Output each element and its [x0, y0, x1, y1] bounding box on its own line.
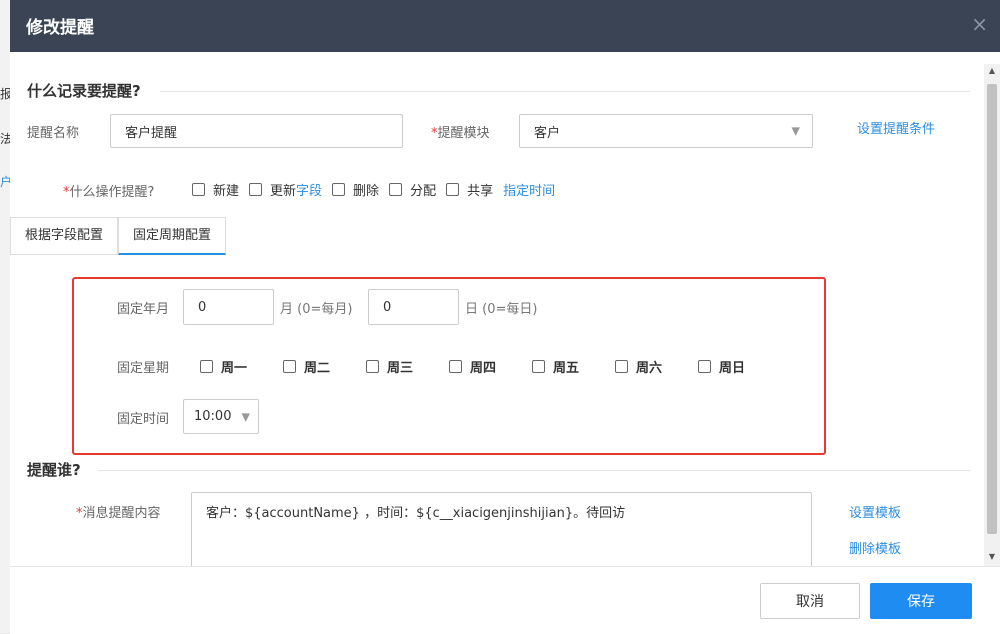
weekday-thursday-checkbox[interactable]: 周四	[449, 357, 532, 376]
reminder-name-label: 提醒名称	[27, 126, 80, 141]
dialog-footer: 取消 保存	[10, 566, 1000, 634]
cancel-button[interactable]: 取消	[760, 583, 860, 619]
day-input[interactable]: 0	[368, 289, 459, 325]
operation-create-checkbox[interactable]: 新建	[192, 180, 239, 199]
chevron-down-icon: ▼	[241, 410, 250, 423]
section-title-who-to-remind: 提醒谁?	[27, 461, 81, 479]
fixed-time-label: 固定时间	[117, 412, 170, 427]
message-content-label: *消息提醒内容	[76, 506, 161, 521]
operation-delete-checkbox[interactable]: 删除	[332, 180, 379, 199]
fixed-time-value: 10:00	[194, 409, 232, 424]
set-template-link[interactable]: 设置模板	[849, 502, 901, 521]
section-divider	[98, 470, 970, 471]
day-hint: 日 (0=每日)	[465, 302, 538, 317]
section-divider	[160, 91, 970, 92]
weekday-tuesday-checkbox[interactable]: 周二	[283, 357, 366, 376]
tab-fixed-period-config[interactable]: 固定周期配置	[118, 217, 227, 255]
reminder-name-input[interactable]: 客户提醒	[110, 114, 403, 148]
close-icon[interactable]: ×	[971, 12, 988, 36]
fixed-year-month-label: 固定年月	[117, 302, 170, 317]
operation-assign-checkbox[interactable]: 分配	[389, 180, 436, 199]
dialog-scrollbar[interactable]: ▲ ▼	[984, 64, 1000, 566]
dialog-title: 修改提醒	[26, 18, 94, 38]
specified-time-link[interactable]: 指定时间	[503, 180, 555, 199]
month-input[interactable]: 0	[183, 289, 274, 325]
dialog-body: 什么记录要提醒? 提醒名称 客户提醒 *提醒模块 客户 ▼ 设置提醒条件 *什么…	[10, 52, 984, 566]
reminder-module-value: 客户	[534, 125, 561, 141]
tab-field-config[interactable]: 根据字段配置	[10, 217, 119, 255]
edit-reminder-dialog: 修改提醒 × 什么记录要提醒? 提醒名称 客户提醒 *提醒模块 客户 ▼ 设置提…	[10, 0, 1000, 634]
weekday-wednesday-checkbox[interactable]: 周三	[366, 357, 449, 376]
weekday-monday-checkbox[interactable]: 周一	[200, 357, 283, 376]
reminder-module-label: *提醒模块	[431, 126, 490, 141]
dialog-titlebar: 修改提醒 ×	[10, 0, 1000, 52]
operation-checkbox-group: 新建 更新 字段 删除 分配 共享 指定时间	[192, 180, 565, 199]
weekday-sunday-checkbox[interactable]: 周日	[698, 357, 781, 376]
message-content-textarea[interactable]: 客户：${accountName} ，时间：${c__xiacigenjinsh…	[191, 492, 812, 566]
delete-template-link[interactable]: 删除模板	[849, 538, 901, 557]
section-title-what-records: 什么记录要提醒?	[27, 82, 141, 100]
scroll-up-arrow-icon[interactable]: ▲	[984, 64, 1000, 78]
weekday-checkbox-group: 周一 周二 周三 周四 周五 周六 周日	[200, 357, 781, 376]
reminder-module-select[interactable]: 客户 ▼	[519, 114, 813, 148]
chevron-down-icon: ▼	[791, 124, 800, 138]
weekday-friday-checkbox[interactable]: 周五	[532, 357, 615, 376]
fixed-time-select[interactable]: 10:00 ▼	[183, 399, 259, 434]
weekday-saturday-checkbox[interactable]: 周六	[615, 357, 698, 376]
scroll-down-arrow-icon[interactable]: ▼	[984, 550, 1000, 564]
operation-update-checkbox[interactable]: 更新 字段	[249, 180, 322, 199]
operation-share-checkbox[interactable]: 共享	[446, 180, 493, 199]
save-button[interactable]: 保存	[870, 583, 972, 619]
month-hint: 月 (0=每月)	[280, 302, 353, 317]
update-field-link[interactable]: 字段	[296, 180, 322, 199]
config-tabs: 根据字段配置 固定周期配置	[10, 217, 227, 255]
set-conditions-link[interactable]: 设置提醒条件	[857, 118, 935, 137]
scroll-thumb[interactable]	[987, 84, 997, 534]
operation-label: *什么操作提醒?	[63, 185, 155, 200]
fixed-weekday-label: 固定星期	[117, 361, 170, 376]
